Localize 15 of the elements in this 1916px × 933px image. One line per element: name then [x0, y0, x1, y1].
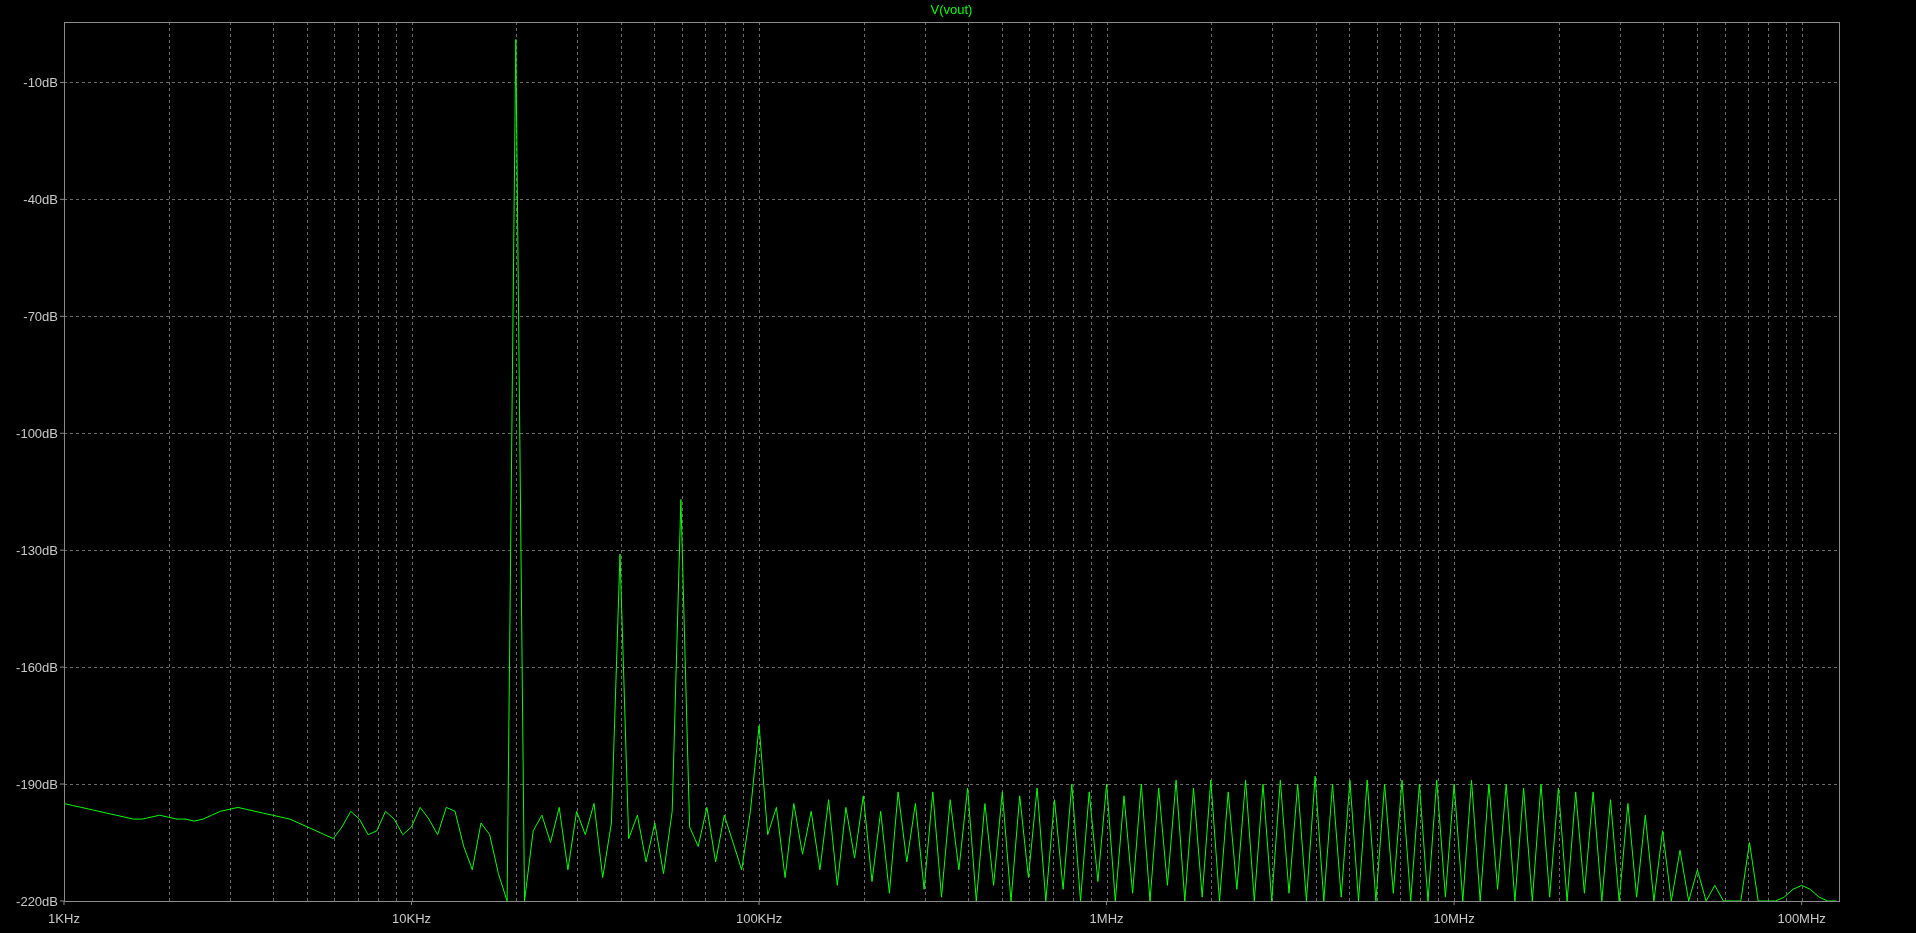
y-axis-label: -10dB	[23, 75, 58, 91]
y-axis-label: -70dB	[23, 309, 58, 325]
x-axis-label: 10MHz	[1433, 911, 1475, 926]
y-axis-label: -190dB	[16, 777, 58, 793]
x-axis-label: 10KHz	[392, 911, 432, 926]
x-axis-label: 100MHz	[1777, 911, 1826, 926]
x-axis-label: 100KHz	[735, 911, 783, 926]
y-axis-label: -220dB	[16, 894, 58, 909]
y-axis-label: -130dB	[16, 543, 58, 559]
trace-label: V(vout)	[930, 2, 973, 17]
y-axis-label: -160dB	[16, 660, 58, 676]
y-axis-label: -100dB	[16, 426, 58, 442]
x-axis-label: 1MHz	[1089, 911, 1124, 926]
y-axis-label: -40dB	[23, 192, 58, 208]
x-axis-label: 1KHz	[48, 911, 80, 926]
